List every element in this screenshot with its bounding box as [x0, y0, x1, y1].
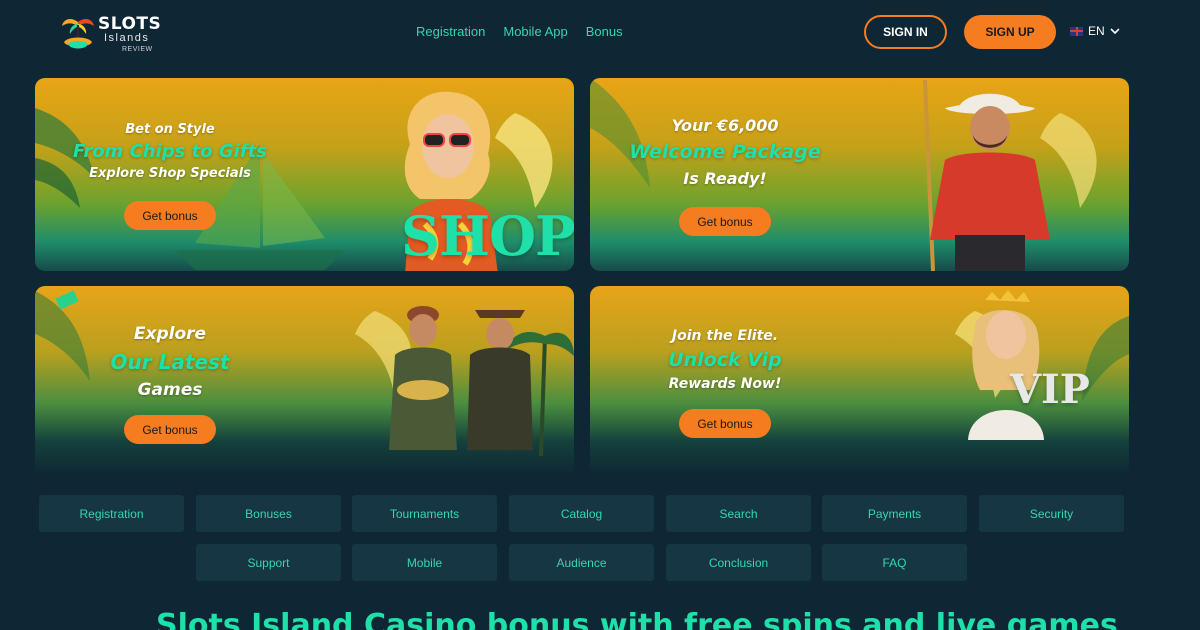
banner-shop-line2: From Chips to Gifts — [73, 141, 267, 162]
sign-in-button[interactable]: SIGN IN — [864, 15, 947, 49]
category-search[interactable]: Search — [666, 495, 811, 532]
banner-shop-line3: Explore Shop Specials — [89, 166, 251, 181]
site-header: SLOTS Islands REVIEW Registration Mobile… — [0, 0, 1200, 64]
palm-logo-icon — [62, 19, 94, 50]
category-registration[interactable]: Registration — [39, 495, 184, 532]
category-support[interactable]: Support — [196, 544, 341, 581]
category-security[interactable]: Security — [979, 495, 1124, 532]
nav-link-mobile-app[interactable]: Mobile App — [503, 24, 567, 39]
woman-crown-illustration — [968, 290, 1044, 440]
banner-welcome-text: Your €6,000 Welcome Package Is Ready! — [610, 116, 840, 188]
vip-badge: VIP — [1010, 366, 1090, 413]
banner-vip-get-bonus-button[interactable]: Get bonus — [679, 409, 771, 438]
banner-vip[interactable]: VIP Join the Elite. Unlock Vip Rewards N… — [590, 286, 1129, 476]
banner-shop[interactable]: SHOP Bet on Style From Chips to Gifts Ex… — [35, 78, 574, 271]
logo-text-review: REVIEW — [122, 46, 153, 53]
banner-shop-text: Bet on Style From Chips to Gifts Explore… — [55, 122, 285, 181]
banner-games-line2: Our Latest — [110, 350, 230, 374]
logo-text-islands: Islands — [104, 32, 150, 44]
category-tournaments[interactable]: Tournaments — [352, 495, 497, 532]
category-mobile[interactable]: Mobile — [352, 544, 497, 581]
category-bonuses[interactable]: Bonuses — [196, 495, 341, 532]
logo-text-slots: SLOTS — [98, 14, 162, 34]
logo[interactable]: SLOTS Islands REVIEW — [60, 10, 170, 56]
language-selector[interactable]: EN — [1070, 24, 1120, 38]
category-audience[interactable]: Audience — [509, 544, 654, 581]
banner-shop-line1: Bet on Style — [125, 122, 215, 137]
fishermen-illustration — [389, 306, 533, 450]
nav-link-bonus[interactable]: Bonus — [586, 24, 623, 39]
main-nav: Registration Mobile App Bonus — [416, 24, 623, 39]
banner-shop-get-bonus-button[interactable]: Get bonus — [124, 201, 216, 230]
banner-welcome-line1: Your €6,000 — [671, 116, 779, 135]
banner-welcome-get-bonus-button[interactable]: Get bonus — [679, 207, 771, 236]
banner-games-line1: Explore — [133, 324, 207, 344]
banner-games-line3: Games — [137, 380, 203, 400]
banner-vip-line3: Rewards Now! — [668, 376, 782, 392]
banner-vip-text: Join the Elite. Unlock Vip Rewards Now! — [610, 328, 840, 392]
banner-welcome-line3: Is Ready! — [683, 169, 767, 188]
uk-flag-icon — [1070, 26, 1083, 36]
page-heading: Slots Island Casino bonus with free spin… — [156, 608, 1118, 630]
shop-badge: SHOP — [401, 204, 574, 268]
sign-up-button[interactable]: SIGN UP — [964, 15, 1056, 49]
banner-games-get-bonus-button[interactable]: Get bonus — [124, 415, 216, 444]
banner-welcome-line2: Welcome Package — [629, 141, 821, 163]
banner-welcome-package[interactable]: Your €6,000 Welcome Package Is Ready! Ge… — [590, 78, 1129, 271]
banner-vip-line2: Unlock Vip — [668, 349, 782, 371]
banner-latest-games[interactable]: Explore Our Latest Games Get bonus — [35, 286, 574, 476]
category-conclusion[interactable]: Conclusion — [666, 544, 811, 581]
banner-vip-line1: Join the Elite. — [671, 328, 779, 344]
chevron-down-icon — [1110, 27, 1120, 34]
category-catalog[interactable]: Catalog — [509, 495, 654, 532]
banner-games-text: Explore Our Latest Games — [55, 324, 285, 400]
nav-link-registration[interactable]: Registration — [416, 24, 485, 39]
cowboy-illustration — [923, 80, 1050, 271]
language-label: EN — [1088, 24, 1105, 38]
category-payments[interactable]: Payments — [822, 495, 967, 532]
category-faq[interactable]: FAQ — [822, 544, 967, 581]
